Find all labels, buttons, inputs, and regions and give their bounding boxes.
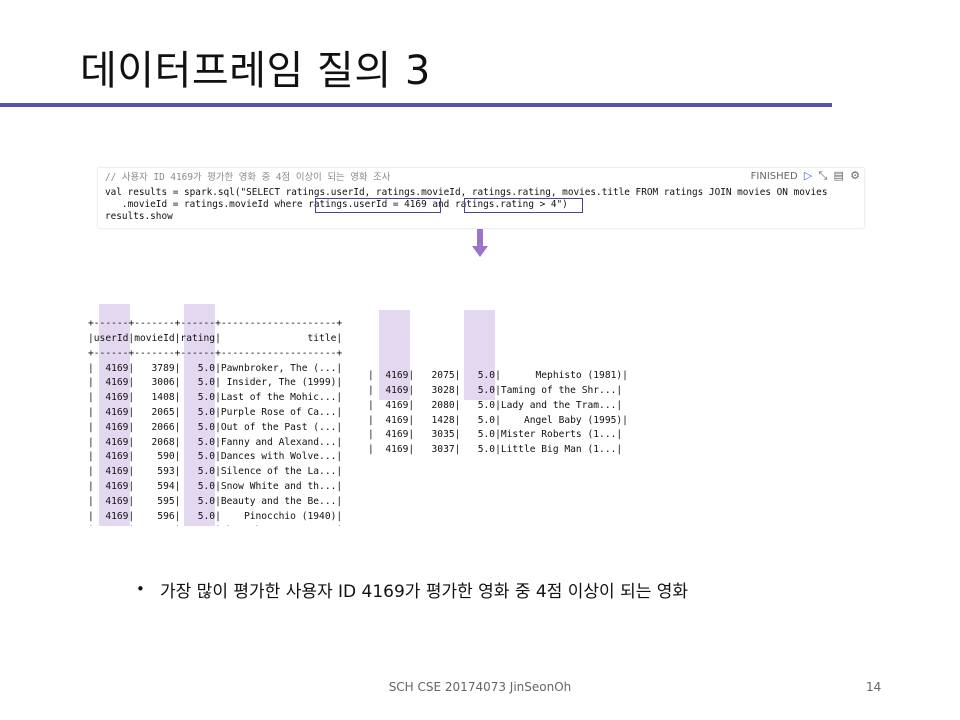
left-output-lines: +------+-------+------+-----------------… [86, 317, 350, 526]
code-line-3: results.show [105, 211, 173, 222]
status-label: FINISHED [750, 171, 798, 182]
code-comment: // 사용자 ID 4169가 평가한 영화 중 4점 이상이 되는 영화 조사 [105, 172, 391, 183]
page-number: 14 [866, 680, 882, 694]
output-line: | 4169| 1408| 5.0|Last of the Mohic...| [88, 392, 343, 404]
output-line: +------+-------+------+-----------------… [368, 458, 882, 460]
output-line: | 4169| 2065| 5.0|Purple Rose of Ca...| [88, 406, 343, 418]
output-line: +------+-------+------+-----------------… [88, 318, 343, 330]
run-icon[interactable]: ▷ [804, 169, 812, 182]
left-output-table: +------+-------+------+-----------------… [86, 260, 350, 526]
output-line: | 4169| 595| 5.0|Beauty and the Be...| [88, 495, 343, 507]
paragraph-status: FINISHED ▷ ⤡ ▤ ⚙ [751, 170, 860, 183]
bullet-text: 가장 많이 평가한 사용자 ID 4169가 평가한 영화 중 4점 이상이 되… [160, 582, 689, 602]
output-line: |userId|movieId|rating| title| [88, 332, 343, 344]
output-line: | 4169| 2068| 5.0|Fanny and Alexand...| [88, 436, 343, 448]
code-line-1: val results = spark.sql("SELECT ratings.… [105, 187, 828, 198]
right-output-table: | 4169| 2075| 5.0| Mephisto (1981)| | 416… [366, 308, 882, 460]
expand-icon[interactable]: ⤡ [819, 169, 828, 182]
highlight-rating-filter [464, 198, 583, 213]
output-line: | 4169| 3037| 5.0|Little Big Man (1...| [368, 444, 623, 456]
right-output-lines: | 4169| 2075| 5.0| Mephisto (1981)| | 416… [366, 369, 882, 460]
output-line: | 4169| 1428| 5.0| Angel Baby (1995)| [368, 414, 628, 426]
output-line: | 4169| 3011| 5.0|They Shoot Horses...| [88, 524, 350, 526]
output-line: | 4169| 594| 5.0|Snow White and th...| [88, 480, 343, 492]
output-line: | 4169| 3035| 5.0|Mister Roberts (1...| [368, 429, 623, 441]
gear-icon[interactable]: ⚙ [850, 169, 860, 182]
notebook-code-paragraph[interactable]: FINISHED ▷ ⤡ ▤ ⚙ // 사용자 ID 4169가 평가한 영화 … [98, 168, 864, 228]
highlight-userid-filter [315, 198, 441, 213]
output-line: | 4169| 2075| 5.0| Mephisto (1981)| [368, 370, 628, 382]
output-line: | 4169| 2080| 5.0|Lady and the Tram...| [368, 399, 623, 411]
output-line: | 4169| 590| 5.0|Dances with Wolve...| [88, 451, 343, 463]
output-line: | 4169| 593| 5.0|Silence of the La...| [88, 466, 343, 478]
output-line: | 4169| 3789| 5.0|Pawnbroker, The (...| [88, 362, 343, 374]
down-arrow-icon [477, 229, 483, 247]
output-line: +------+-------+------+-----------------… [88, 347, 343, 359]
output-line: | 4169| 3006| 5.0| Insider, The (1999)| [88, 377, 343, 389]
footer-text: SCH CSE 20174073 JinSeonOh [388, 680, 572, 694]
book-icon[interactable]: ▤ [834, 169, 844, 182]
title-underline [0, 103, 832, 107]
output-line: | 4169| 596| 5.0| Pinocchio (1940)| [88, 510, 343, 522]
arrow-head [472, 246, 488, 257]
bullet-dot: • [136, 580, 145, 598]
slide-title: 데이터프레임 질의 3 [80, 48, 431, 94]
output-line: | 4169| 3028| 5.0|Taming of the Shr...| [368, 384, 623, 396]
output-line: | 4169| 2066| 5.0|Out of the Past (...| [88, 421, 343, 433]
